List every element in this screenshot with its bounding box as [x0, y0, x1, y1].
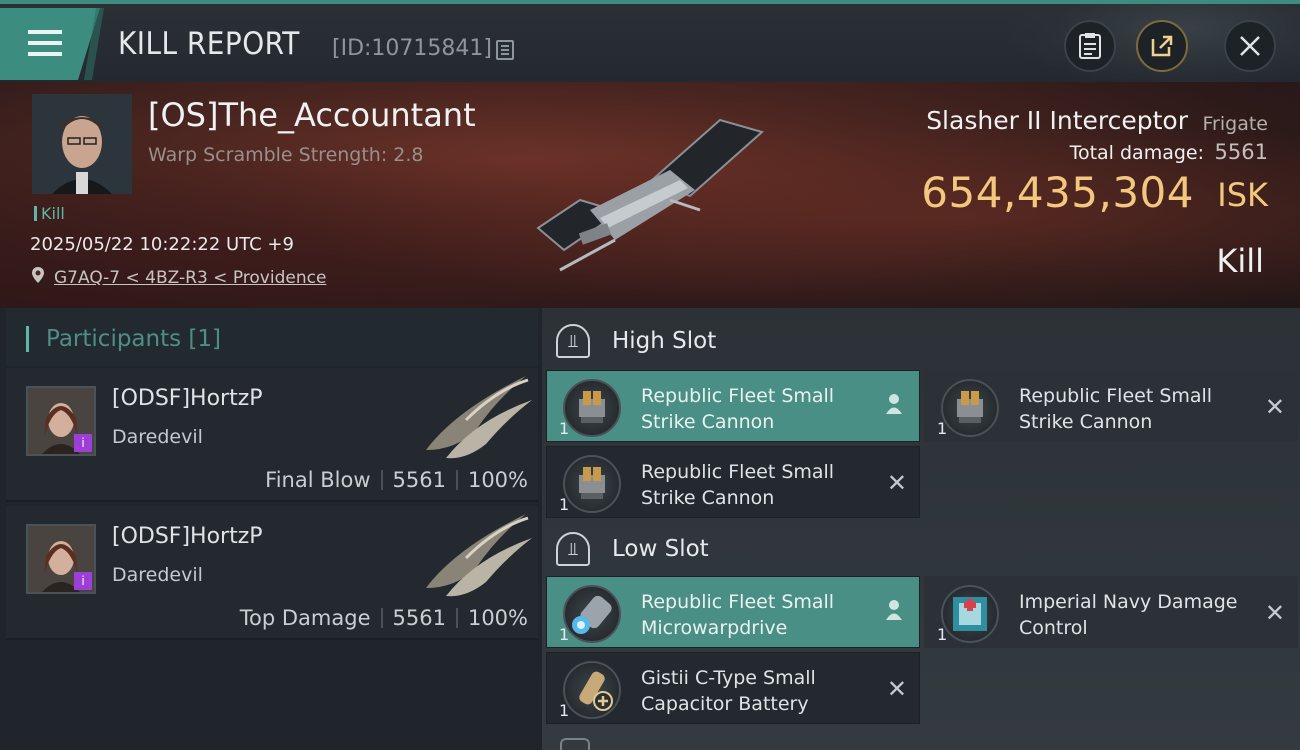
- kill-tag: Kill: [34, 204, 65, 223]
- module-quantity: 1: [937, 419, 948, 438]
- victim-banner: [OS]The_Accountant Warp Scramble Strengt…: [0, 82, 1300, 308]
- module-name: Gistii C-Type Small Capacitor Battery: [641, 667, 816, 715]
- microwarpdrive-icon: [563, 585, 621, 643]
- module-name: Republic Fleet Small Strike Cannon: [641, 461, 835, 509]
- capacitor-battery-icon: [563, 661, 621, 719]
- victim-portrait[interactable]: [32, 94, 132, 194]
- participant-ship: Daredevil: [112, 564, 203, 586]
- victim-ship-name[interactable]: Slasher II Interceptor: [926, 106, 1188, 135]
- clipboard-icon: [1079, 33, 1101, 59]
- kill-location-link[interactable]: G7AQ-7 < 4BZ-R3 < Providence: [54, 268, 326, 288]
- participants-panel: Participants [1] i [ODSF]HortzP Daredevi…: [0, 308, 542, 750]
- participant-percent: 100%: [467, 468, 528, 492]
- module-name: Republic Fleet Small Strike Cannon: [1019, 385, 1213, 433]
- victim-ship-image: [536, 118, 765, 272]
- kill-type: Kill: [1216, 242, 1264, 280]
- person-icon: [886, 600, 902, 620]
- participant-damage: 5561: [392, 606, 446, 630]
- destroyed-x-icon: ✕: [886, 675, 907, 703]
- participant-role: Top Damage: [239, 606, 371, 630]
- total-damage-value: 5561: [1214, 140, 1268, 164]
- low-slot-label: Low Slot: [612, 536, 709, 562]
- participant-card[interactable]: i [ODSF]HortzP Daredevil Top Damage 5561…: [6, 506, 538, 640]
- module-item[interactable]: 1 Republic Fleet Small Strike Cannon ✕: [546, 446, 920, 518]
- participant-name[interactable]: [ODSF]HortzP: [112, 524, 263, 549]
- high-slot-header: ⫫ High Slot: [556, 316, 716, 366]
- destroyed-x-icon: ✕: [1264, 393, 1285, 421]
- high-slot-icon: ⫫: [556, 324, 590, 358]
- rank-badge-icon: i: [74, 572, 92, 590]
- module-quantity: 1: [559, 625, 570, 644]
- module-item[interactable]: 1 Republic Fleet Small Microwarpdrive: [546, 576, 920, 648]
- report-id: [ID:10715841]: [332, 36, 492, 61]
- cannon-icon: [563, 455, 621, 513]
- damage-control-icon: [941, 585, 999, 643]
- module-item[interactable]: 1 Imperial Navy Damage Control ✕: [924, 576, 1298, 648]
- rank-badge-icon: i: [74, 434, 92, 452]
- participants-title: Participants [1]: [46, 326, 221, 352]
- total-damage-label: Total damage:: [1069, 142, 1204, 164]
- module-item[interactable]: 1 Republic Fleet Small Strike Cannon: [546, 370, 920, 442]
- module-quantity: 1: [937, 625, 948, 644]
- kill-datetime: 2025/05/22 10:22:22 UTC +9: [30, 234, 294, 255]
- person-icon: [886, 394, 902, 414]
- participant-percent: 100%: [467, 606, 528, 630]
- low-slot-header: ⫫ Low Slot: [556, 524, 709, 574]
- module-name: Republic Fleet Small Microwarpdrive: [641, 591, 835, 639]
- next-slot-icon: [560, 738, 590, 750]
- participant-role: Final Blow: [265, 468, 371, 492]
- close-button[interactable]: [1224, 20, 1276, 72]
- participant-stats: Top Damage 5561 100%: [240, 606, 528, 630]
- low-slot-icon: ⫫: [556, 532, 590, 566]
- location-pin-icon: [32, 267, 44, 283]
- share-icon: [1151, 35, 1173, 57]
- destroyed-x-icon: ✕: [886, 469, 907, 497]
- fitting-panel: ⫫ High Slot 1 Republic Fleet Small Strik…: [542, 308, 1300, 750]
- participant-stats: Final Blow 5561 100%: [265, 468, 528, 492]
- isk-value: 654,435,304: [921, 168, 1194, 217]
- page-title: KILL REPORT: [118, 26, 300, 62]
- module-quantity: 1: [559, 419, 570, 438]
- participant-avatar[interactable]: i: [26, 524, 96, 594]
- module-name: Republic Fleet Small Strike Cannon: [641, 385, 835, 433]
- victim-name[interactable]: [OS]The_Accountant: [148, 96, 476, 134]
- clipboard-button[interactable]: [1064, 20, 1116, 72]
- copy-icon[interactable]: [496, 40, 514, 60]
- menu-button[interactable]: [0, 8, 100, 80]
- participant-ship: Daredevil: [112, 426, 203, 448]
- warp-scramble-strength: Warp Scramble Strength: 2.8: [148, 144, 424, 166]
- title-bar: KILL REPORT [ID:10715841]: [0, 0, 1300, 84]
- cannon-icon: [941, 379, 999, 437]
- participant-avatar[interactable]: i: [26, 386, 96, 456]
- destroyed-x-icon: ✕: [1264, 599, 1285, 627]
- participants-header: Participants [1]: [6, 308, 538, 366]
- module-quantity: 1: [559, 495, 570, 514]
- participant-ship-image: [426, 514, 532, 597]
- isk-unit: ISK: [1217, 176, 1268, 214]
- module-name: Imperial Navy Damage Control: [1019, 591, 1238, 639]
- hamburger-icon: [28, 30, 62, 56]
- module-quantity: 1: [559, 701, 570, 720]
- avatar: [32, 94, 132, 194]
- high-slot-label: High Slot: [612, 328, 717, 354]
- cannon-icon: [563, 379, 621, 437]
- module-item[interactable]: 1 Gistii C-Type Small Capacitor Battery …: [546, 652, 920, 724]
- participant-ship-image: [426, 376, 532, 459]
- kill-tag-label: Kill: [41, 204, 65, 223]
- module-item[interactable]: 1 Republic Fleet Small Strike Cannon ✕: [924, 370, 1298, 442]
- participant-damage: 5561: [392, 468, 446, 492]
- close-icon: [1240, 36, 1260, 56]
- participant-name[interactable]: [ODSF]HortzP: [112, 386, 263, 411]
- share-button[interactable]: [1136, 20, 1188, 72]
- participant-card[interactable]: i [ODSF]HortzP Daredevil Final Blow 5561…: [6, 368, 538, 502]
- victim-ship-class: Frigate: [1202, 113, 1268, 135]
